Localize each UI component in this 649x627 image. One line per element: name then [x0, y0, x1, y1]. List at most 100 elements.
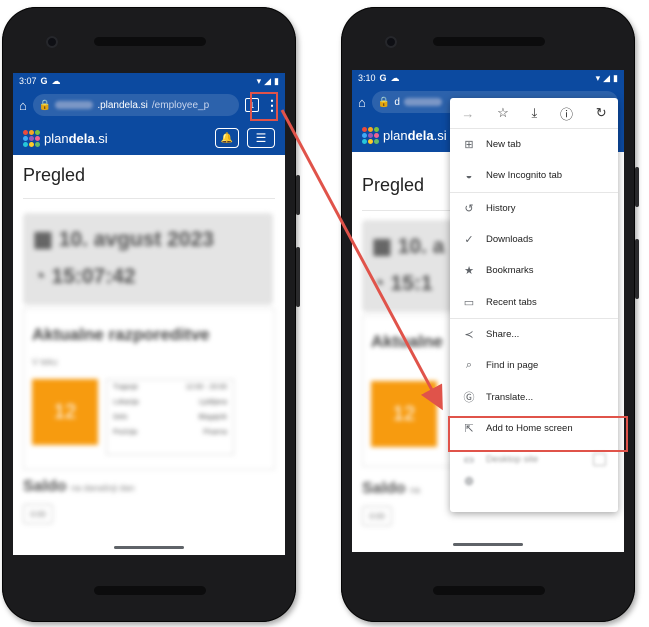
battery-icon: ▮: [613, 72, 618, 83]
menu-item-label: Bookmarks: [486, 265, 534, 277]
highlight-add-to-home-screen: [448, 416, 628, 452]
section-title: Aktualne: [371, 332, 443, 351]
share-icon: ≺: [464, 328, 474, 341]
status-bar: 3:07 G ☁ ▾ ◢ ▮: [13, 73, 285, 89]
calendar-icon: ▦: [33, 228, 53, 251]
schedule-card: Aktualne razporeditve V teku 12 Trajanje…: [23, 308, 275, 470]
menu-item-bookmarks[interactable]: ★ Bookmarks: [450, 255, 618, 286]
redacted-subdomain: [403, 98, 442, 106]
day-tile[interactable]: 12: [371, 381, 437, 447]
detail-value: Ljubljana: [198, 399, 227, 406]
detail-key: Lokacija: [113, 399, 139, 406]
wifi-icon: ▾: [595, 72, 601, 83]
logo-dots-icon: [23, 129, 40, 147]
menu-item-translate[interactable]: Ⓖ Translate...: [450, 381, 618, 412]
divider: [23, 198, 275, 199]
detail-key: Delo: [113, 414, 128, 421]
right-screen: 3:10 G ☁ ▾ ◢ ▮ ⌂ 🔒 d plandela.si Pregled…: [352, 70, 624, 552]
lock-icon: 🔒: [38, 99, 52, 111]
hamburger-menu-button[interactable]: ☰: [247, 128, 275, 148]
plandela-logo[interactable]: plandela.si: [362, 126, 447, 144]
menu-item-label: History: [486, 202, 516, 214]
menu-item-recent-tabs[interactable]: ▭ Recent tabs: [450, 286, 618, 317]
detail-key: Pozicija: [113, 429, 138, 436]
menu-item-share[interactable]: ≺ Share...: [450, 319, 618, 350]
menu-item-new-tab[interactable]: ⊞ New tab: [450, 129, 618, 160]
info-icon[interactable]: ⓘ: [560, 104, 573, 123]
date-text: 10. a: [397, 235, 445, 258]
gesture-nav-bar[interactable]: [453, 543, 523, 546]
recent-tabs-icon: ▭: [463, 296, 475, 309]
menu-item-history[interactable]: ↺ History: [450, 193, 618, 224]
incognito-icon: ◒: [465, 169, 473, 182]
front-camera: [46, 36, 58, 48]
menu-item-label: New Incognito tab: [486, 170, 563, 182]
home-icon[interactable]: ⌂: [19, 98, 27, 113]
home-icon[interactable]: ⌂: [358, 95, 366, 110]
saldo-section: Saldo na današnji dan 0:00: [23, 478, 273, 538]
detail-value: Pisarna: [203, 429, 227, 436]
desktop-site-checkbox[interactable]: [593, 453, 606, 467]
url-path: /employee_p: [151, 99, 210, 111]
find-icon: ⌕: [465, 359, 473, 372]
address-bar[interactable]: 🔒 .plandela.si/employee_p: [32, 94, 239, 116]
right-phone-frame: 3:10 G ☁ ▾ ◢ ▮ ⌂ 🔒 d plandela.si Pregled…: [341, 7, 639, 622]
history-icon: ↺: [464, 202, 474, 215]
calendar-icon: ▦: [372, 235, 392, 258]
power-button: [296, 175, 300, 215]
highlight-overflow-menu-button: [250, 92, 278, 121]
earpiece-speaker: [94, 37, 206, 46]
clock-icon: ◔: [33, 265, 46, 288]
gesture-nav-bar[interactable]: [114, 546, 184, 549]
plus-box-icon: ⊞: [464, 139, 474, 152]
bookmark-star-icon[interactable]: ☆: [497, 105, 509, 121]
section-title: Aktualne razporeditve: [32, 325, 210, 344]
download-icon[interactable]: ⤓: [531, 105, 537, 121]
plandela-logo[interactable]: plandela.si: [23, 129, 108, 147]
signal-icon: ◢: [603, 72, 611, 83]
menu-item-label: Translate...: [486, 391, 534, 403]
logo-text-plan: plan: [44, 130, 69, 146]
time-text: 15:07:42: [51, 265, 136, 288]
star-icon: ★: [464, 265, 474, 278]
desktop-icon: ▭: [463, 454, 475, 467]
earpiece-speaker: [433, 37, 545, 46]
day-tile[interactable]: 12: [32, 379, 98, 445]
redacted-subdomain: [55, 101, 94, 109]
page-title: Pregled: [23, 165, 86, 185]
left-screen: 3:07 G ☁ ▾ ◢ ▮ ⌂ 🔒 .plandela.si/employee…: [13, 73, 285, 555]
menu-item-downloads[interactable]: ✓ Downloads: [450, 224, 618, 255]
status-time: 3:07: [19, 76, 37, 86]
bottom-speaker: [94, 586, 206, 595]
wifi-icon: ▾: [256, 75, 262, 86]
downloads-icon: ✓: [464, 234, 474, 247]
forward-icon[interactable]: →: [461, 106, 474, 121]
detail-value: Blagajnik: [198, 414, 227, 421]
detail-value: 12:00 - 20:00: [185, 384, 227, 391]
logo-text-si: .si: [94, 130, 108, 146]
status-time: 3:10: [358, 73, 376, 83]
menu-action-row: → ☆ ⤓ ⓘ ↻: [450, 98, 618, 129]
logo-dots-icon: [362, 126, 379, 144]
notifications-bell-button[interactable]: 🔔: [215, 128, 239, 148]
volume-button: [296, 247, 300, 307]
menu-item-label: Find in page: [486, 360, 539, 372]
cloud-icon: ☁: [390, 72, 400, 83]
time-text: 15:1: [390, 272, 433, 295]
google-icon: G: [379, 73, 387, 83]
translate-icon: Ⓖ: [463, 392, 475, 405]
reload-icon[interactable]: ↻: [596, 105, 607, 121]
url-host: d: [394, 96, 400, 108]
menu-item-label: New tab: [486, 139, 521, 151]
saldo-subtitle: na današnji dan: [71, 483, 135, 493]
menu-item-settings-partial[interactable]: ⚙: [450, 475, 618, 488]
menu-item-new-incognito-tab[interactable]: ◒ New Incognito tab: [450, 160, 618, 191]
logo-text-si: .si: [433, 127, 447, 143]
menu-item-label: Recent tabs: [486, 296, 537, 308]
signal-icon: ◢: [264, 75, 272, 86]
site-header: plandela.si 🔔 ☰: [13, 121, 285, 155]
shift-details: Trajanje 12:00 - 20:00 Lokacija Ljubljana …: [106, 379, 234, 455]
front-camera: [385, 36, 397, 48]
menu-item-find-in-page[interactable]: ⌕ Find in page: [450, 350, 618, 381]
bottom-speaker: [433, 586, 545, 595]
